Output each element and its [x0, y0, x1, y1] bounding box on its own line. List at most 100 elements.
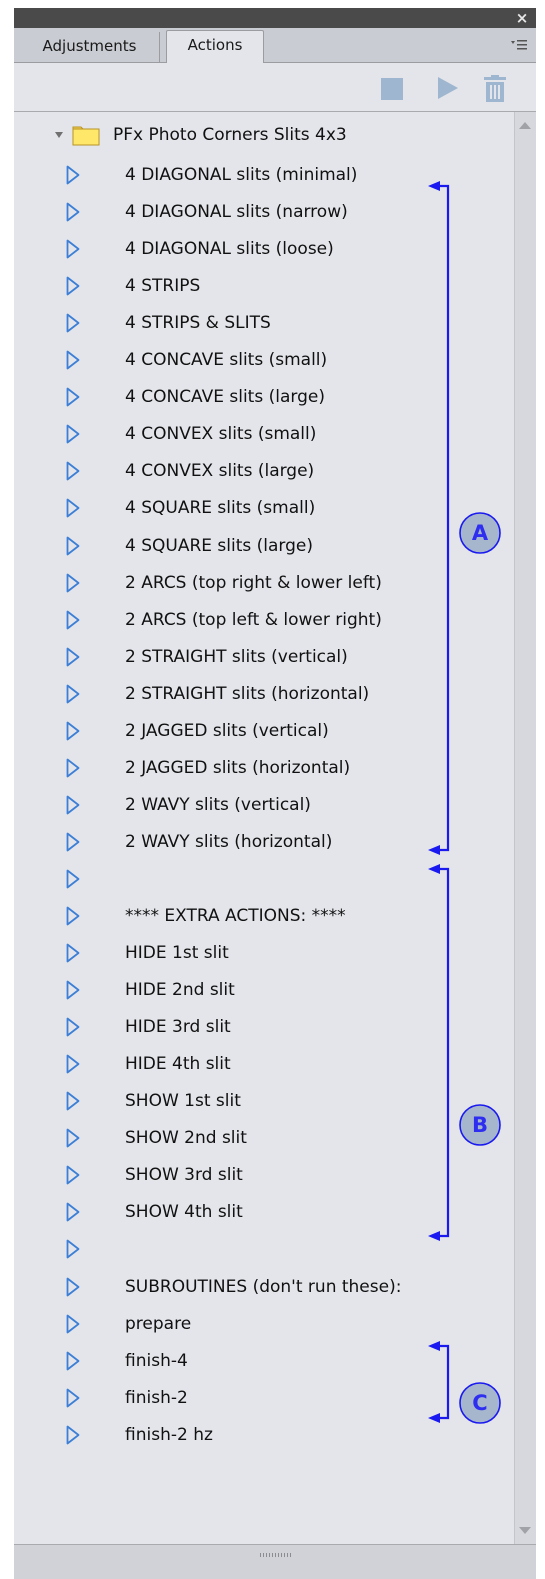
action-row[interactable]: 4 CONVEX slits (small) [14, 416, 514, 452]
action-row[interactable] [14, 861, 514, 897]
play-triangle-icon [66, 610, 80, 629]
action-set-label: PFx Photo Corners Slits 4x3 [113, 125, 347, 145]
play-triangle-icon [66, 721, 80, 741]
panel-titlebar: × [14, 8, 536, 28]
play-triangle-icon [66, 165, 80, 185]
actions-toolbar [14, 63, 536, 112]
action-label: SHOW 1st slit [125, 1091, 241, 1112]
action-label: 4 DIAGONAL slits (narrow) [125, 202, 348, 223]
action-label: 2 STRAIGHT slits (horizontal) [125, 683, 370, 704]
play-triangle-icon [66, 980, 80, 1000]
action-row[interactable]: HIDE 2nd slit [14, 972, 514, 1008]
action-set-row[interactable]: PFx Photo Corners Slits 4x3 [14, 120, 514, 150]
action-label: HIDE 4th slit [125, 1054, 231, 1075]
action-label: **** EXTRA ACTIONS: **** [125, 906, 346, 926]
stop-icon[interactable] [378, 75, 404, 101]
play-triangle-icon [66, 647, 80, 667]
action-row[interactable]: 4 CONCAVE slits (small) [14, 342, 514, 378]
tab-adjustments[interactable]: Adjustments [20, 32, 160, 62]
action-label: 4 CONVEX slits (small) [125, 424, 317, 445]
actions-list: PFx Photo Corners Slits 4x3 4 DIAGONAL s… [14, 112, 514, 1544]
actions-panel: × Adjustments Actions PFx Photo Corners … [14, 8, 536, 1579]
action-row[interactable]: 4 DIAGONAL slits (minimal) [14, 157, 514, 193]
expand-toggle-icon[interactable] [55, 132, 63, 138]
action-row[interactable] [14, 1231, 514, 1267]
action-row[interactable]: SHOW 4th slit [14, 1194, 514, 1230]
play-triangle-icon [66, 387, 80, 407]
close-icon[interactable]: × [514, 8, 530, 28]
play-triangle-icon [66, 869, 80, 889]
action-row[interactable]: 2 JAGGED slits (horizontal) [14, 750, 514, 786]
action-row[interactable]: 4 SQUARE slits (large) [14, 528, 514, 564]
play-triangle-icon [66, 832, 80, 852]
action-row[interactable]: HIDE 3rd slit [14, 1009, 514, 1045]
play-triangle-icon [66, 906, 80, 926]
play-triangle-icon [66, 276, 80, 296]
action-row[interactable]: HIDE 1st slit [14, 935, 514, 971]
play-triangle-icon [66, 1202, 80, 1222]
action-row[interactable]: 2 ARCS (top right & lower left) [14, 565, 514, 601]
play-triangle-icon [66, 795, 80, 815]
action-row[interactable]: SHOW 1st slit [14, 1083, 514, 1119]
play-triangle-icon [66, 1277, 80, 1296]
action-row[interactable]: SUBROUTINES (don't run these): [14, 1269, 514, 1305]
action-row[interactable]: 2 STRAIGHT slits (vertical) [14, 639, 514, 675]
action-row[interactable]: 2 ARCS (top left & lower right) [14, 602, 514, 638]
action-row[interactable]: finish-2 [14, 1380, 514, 1416]
action-label: 4 STRIPS [125, 276, 201, 297]
panel-menu-icon[interactable] [508, 34, 530, 56]
action-label: 2 JAGGED slits (horizontal) [125, 757, 351, 778]
action-row[interactable]: 2 STRAIGHT slits (horizontal) [14, 676, 514, 712]
action-row[interactable]: 2 JAGGED slits (vertical) [14, 713, 514, 749]
action-label: 2 ARCS (top left & lower right) [125, 609, 382, 630]
play-triangle-icon [66, 1165, 80, 1185]
vertical-scrollbar[interactable] [514, 112, 536, 1544]
play-triangle-icon [66, 1017, 80, 1037]
action-label: 4 STRIPS & SLITS [125, 313, 271, 334]
action-label: 4 DIAGONAL slits (minimal) [125, 165, 358, 185]
action-row[interactable]: 2 WAVY slits (horizontal) [14, 824, 514, 860]
scroll-down-icon[interactable] [519, 1527, 531, 1534]
play-triangle-icon [66, 1054, 80, 1074]
play-triangle-icon [66, 313, 80, 333]
action-row[interactable]: 4 STRIPS & SLITS [14, 305, 514, 341]
play-triangle-icon [66, 1091, 80, 1111]
action-label: finish-4 [125, 1350, 188, 1371]
action-row[interactable]: SHOW 3rd slit [14, 1157, 514, 1193]
folder-icon [72, 126, 100, 146]
action-row[interactable]: 4 STRIPS [14, 268, 514, 304]
action-row[interactable]: 2 WAVY slits (vertical) [14, 787, 514, 823]
play-icon[interactable] [434, 75, 460, 101]
tab-actions[interactable]: Actions [166, 30, 264, 63]
play-triangle-icon [66, 239, 80, 259]
action-row[interactable]: **** EXTRA ACTIONS: **** [14, 898, 514, 934]
grip-icon [260, 1553, 292, 1557]
action-row[interactable]: 4 CONCAVE slits (large) [14, 379, 514, 415]
action-row[interactable]: 4 SQUARE slits (small) [14, 490, 514, 526]
action-row[interactable]: HIDE 4th slit [14, 1046, 514, 1082]
play-triangle-icon [66, 202, 80, 222]
action-row[interactable]: 4 DIAGONAL slits (loose) [14, 231, 514, 267]
action-label: SHOW 4th slit [125, 1202, 243, 1223]
play-triangle-icon [66, 499, 80, 518]
play-triangle-icon [66, 1388, 80, 1408]
annotation-badge-label: C [472, 1391, 488, 1415]
resize-grip[interactable] [14, 1544, 536, 1579]
trash-icon[interactable] [482, 75, 508, 102]
play-triangle-icon [66, 461, 80, 481]
action-label: 2 STRAIGHT slits (vertical) [125, 646, 348, 667]
action-row[interactable]: prepare [14, 1306, 514, 1342]
play-triangle-icon [66, 943, 80, 963]
action-row[interactable]: 4 DIAGONAL slits (narrow) [14, 194, 514, 230]
action-label: SUBROUTINES (don't run these): [125, 1276, 402, 1297]
action-label: SHOW 2nd slit [125, 1128, 247, 1149]
action-row[interactable]: finish-2 hz [14, 1417, 514, 1453]
action-row[interactable]: 4 CONVEX slits (large) [14, 453, 514, 489]
scroll-up-icon[interactable] [519, 122, 531, 129]
play-triangle-icon [66, 536, 80, 555]
annotation-badge-label: A [471, 521, 489, 545]
action-row[interactable]: SHOW 2nd slit [14, 1120, 514, 1156]
action-label: 2 WAVY slits (horizontal) [125, 831, 333, 852]
action-row[interactable]: finish-4 [14, 1343, 514, 1379]
annotation-badge-label: B [471, 1113, 488, 1137]
